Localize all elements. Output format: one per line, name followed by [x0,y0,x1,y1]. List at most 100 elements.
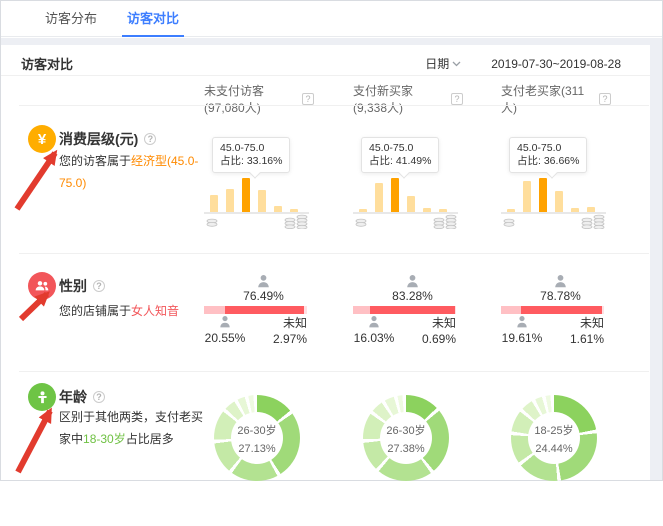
gender-chart-old-buyers[interactable]: 78.78% 19.61% 未知 1.61% [501,254,613,371]
age-insight: 区别于其他两类，支付老买家中18-30岁占比居多 [59,406,211,450]
gender-bar [353,306,456,314]
gender-bar [501,306,604,314]
bar [375,183,383,212]
male-icon [515,315,529,328]
gender-icon [28,272,56,300]
highlighted-bar [539,178,547,212]
unknown-percent: 0.69% [408,331,456,347]
bar [210,195,218,212]
age-bucket-label: 26-30岁 [237,422,276,438]
donut-center: 18-25岁 24.44% [528,412,580,464]
low-spend-coin-icon [355,216,367,234]
male-share: 20.55% [201,315,249,345]
page-background-gutter [650,45,662,480]
female-share: 76.49% [212,274,315,303]
age-bucket-percent: 24.44% [535,443,572,455]
age-donut-new-buyers[interactable]: 26-30岁 27.38% [353,372,465,526]
page-title: 访客对比 [21,54,73,73]
female-percent: 83.28% [361,289,464,303]
unknown-label: 未知 [556,315,604,331]
tab-visitor-distribution[interactable]: 访客分布 [45,1,97,37]
female-icon [553,274,568,288]
help-icon[interactable]: ? [144,133,156,145]
consumption-chart-unpaid[interactable]: 45.0-75.0 占比: 33.16% [204,106,316,253]
unknown-share: 未知 0.69% [408,315,456,347]
help-icon[interactable]: ? [302,93,314,105]
people-icon [34,278,50,294]
chart-tooltip: 45.0-75.0 占比: 36.66% [509,137,587,173]
page-background-gap [1,38,662,45]
high-spend-coins-icon [580,213,606,234]
tab-visitor-compare[interactable]: 访客对比 [127,1,179,37]
male-percent: 16.03% [350,331,398,345]
age-highlight: 18-30岁 [83,432,126,446]
female-percent: 76.49% [212,289,315,303]
consumption-insight: 您的访客属于经济型(45.0-75.0) [59,150,201,194]
age-bucket-label: 18-25岁 [534,422,573,438]
row-gender: 性别 ? 您的店铺属于女人知音 76.49% 20.55% 未知 [1,254,652,371]
age-donut-unpaid[interactable]: 26-30岁 27.13% [204,372,316,526]
row-consumption-level: ¥ 消费层级(元) ? 您的访客属于经济型(45.0-75.0) 45.0-75… [1,106,652,253]
yen-icon: ¥ [38,131,46,148]
male-percent: 19.61% [498,331,546,345]
bar [258,190,266,212]
chart-tooltip: 45.0-75.0 占比: 41.49% [361,137,439,173]
age-bucket-label: 26-30岁 [386,422,425,438]
age-bucket-percent: 27.13% [238,443,275,455]
unknown-label: 未知 [408,315,456,331]
consumption-chart-new-buyers[interactable]: 45.0-75.0 占比: 41.49% [353,106,465,253]
high-spend-coins-icon [432,213,458,234]
female-percent: 78.78% [509,289,612,303]
date-controls: 日期 2019-07-30~2019-08-28 [425,55,621,72]
unknown-percent: 2.97% [259,331,307,347]
low-spend-coin-icon [206,216,218,234]
gender-bar [204,306,307,314]
gender-chart-new-buyers[interactable]: 83.28% 16.03% 未知 0.69% [353,254,465,371]
age-bucket-percent: 27.38% [387,443,424,455]
date-filter-label: 日期 [425,55,449,72]
help-icon[interactable]: ? [599,93,611,105]
person-icon [35,390,50,405]
unknown-share: 未知 1.61% [556,315,604,347]
male-icon [218,315,232,328]
age-icon [28,383,56,411]
chart-tooltip: 45.0-75.0 占比: 33.16% [212,137,290,173]
gender-highlight: 女人知音 [131,304,179,318]
donut-center: 26-30岁 27.38% [380,412,432,464]
unknown-share: 未知 2.97% [259,315,307,347]
date-range-value[interactable]: 2019-07-30~2019-08-28 [491,57,621,71]
bar-chart [359,178,447,212]
consumption-level-icon: ¥ [28,125,56,153]
consumption-chart-old-buyers[interactable]: 45.0-75.0 占比: 36.66% [501,106,613,253]
gender-insight: 您的店铺属于女人知音 [59,300,201,322]
chevron-down-icon [452,61,461,67]
male-icon [367,315,381,328]
bar [523,181,531,212]
male-share: 16.03% [350,315,398,345]
female-icon [256,274,271,288]
female-share: 78.78% [509,274,612,303]
male-share: 19.61% [498,315,546,345]
age-donut-old-buyers[interactable]: 18-25岁 24.44% [501,372,613,526]
row-age: 年龄 ? 区别于其他两类，支付老买家中18-30岁占比居多 26-30岁 27.… [1,372,652,526]
visitor-compare-card: 访客对比 日期 2019-07-30~2019-08-28 未支付访客(97,0… [1,45,652,480]
row-title: 年龄 [59,387,87,407]
header-divider [1,75,652,76]
visitor-compare-page: 访客分布 访客对比 访客对比 日期 2019-07-30~2019-08-28 … [0,0,663,481]
help-icon[interactable]: ? [451,93,463,105]
help-icon[interactable]: ? [93,280,105,292]
female-icon [405,274,420,288]
donut-center: 26-30岁 27.13% [231,412,283,464]
help-icon[interactable]: ? [93,391,105,403]
bar [226,189,234,212]
low-spend-coin-icon [503,216,515,234]
highlighted-bar [391,178,399,212]
highlighted-bar [242,178,250,212]
unknown-label: 未知 [259,315,307,331]
high-spend-coins-icon [283,213,309,234]
row-title: 消费层级(元) [59,129,138,149]
bar [555,191,563,212]
gender-chart-unpaid[interactable]: 76.49% 20.55% 未知 2.97% [204,254,316,371]
date-filter-dropdown[interactable]: 日期 [425,55,461,72]
tab-bar: 访客分布 访客对比 [1,1,662,37]
